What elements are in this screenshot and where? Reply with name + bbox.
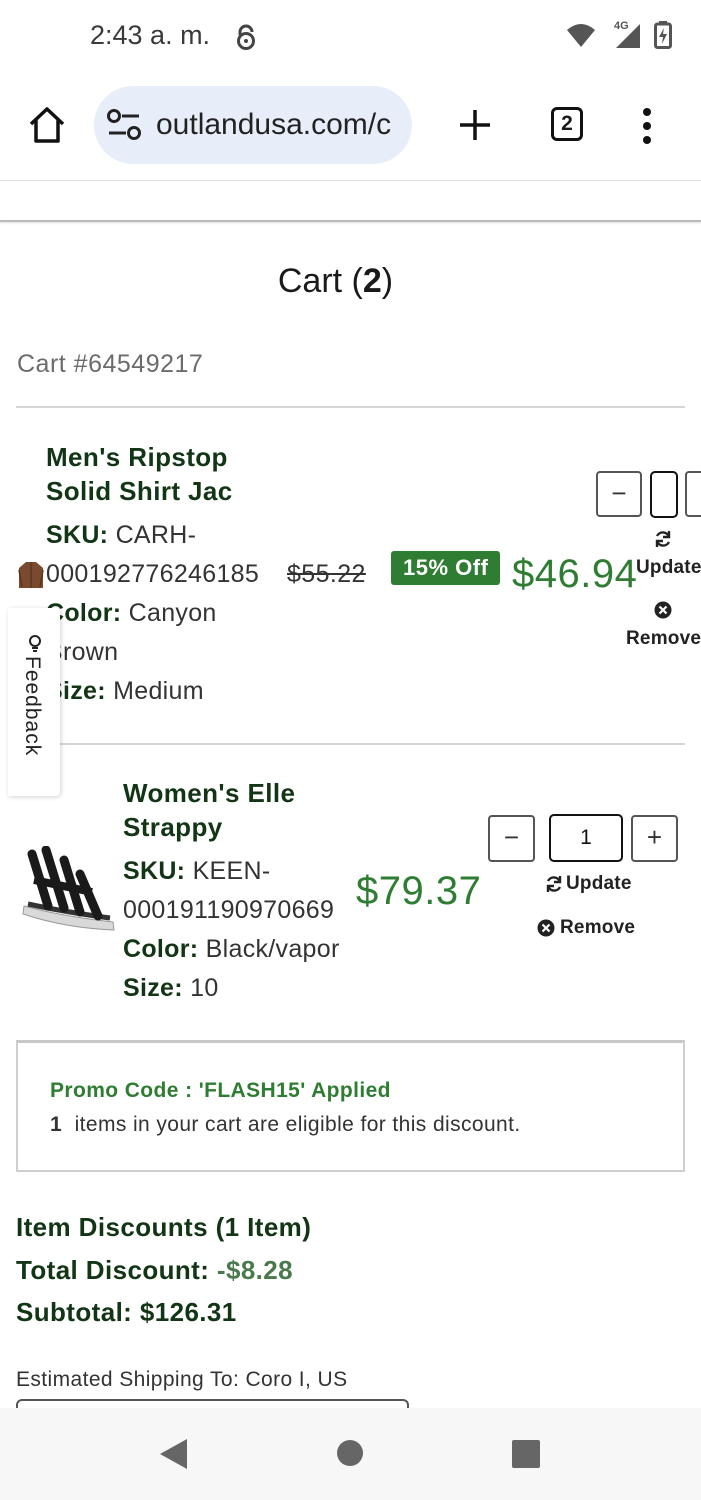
color-line: Color: Black/vapor — [123, 935, 340, 963]
feedback-tab[interactable]: Feedback — [8, 608, 60, 796]
product-name-link[interactable]: Women's Elle Strappy — [123, 776, 295, 844]
shipping-label: Estimated Shipping To: Coro I, US — [16, 1368, 348, 1391]
feedback-label: Feedback — [21, 656, 44, 757]
toolbar-divider — [0, 180, 701, 181]
remove-icon — [654, 601, 672, 619]
quantity-decrease-button[interactable]: − — [596, 471, 642, 517]
update-button[interactable]: Update — [566, 873, 632, 895]
system-nav-bar — [0, 1408, 701, 1500]
promo-eligibility: 1 items in your cart are eligible for th… — [50, 1113, 521, 1136]
home-icon[interactable] — [28, 106, 66, 144]
subtotal: Subtotal: $126.31 — [16, 1297, 237, 1327]
battery-icon — [654, 21, 672, 49]
quantity-decrease-button[interactable]: − — [488, 815, 535, 862]
product-thumbnail-jacket[interactable] — [18, 561, 44, 589]
remove-button[interactable]: Remove — [560, 917, 635, 939]
remove-button[interactable]: Remove — [626, 628, 701, 650]
sku-line: SKU: CARH- — [46, 521, 197, 549]
promo-box: Promo Code : 'FLASH15' Applied 1 items i… — [16, 1040, 685, 1172]
cart-number: Cart #64549217 — [17, 350, 204, 378]
item-price: $46.94 — [512, 552, 638, 596]
new-tab-icon[interactable] — [458, 108, 492, 142]
menu-icon[interactable] — [638, 106, 656, 146]
quantity-increase-button[interactable] — [685, 471, 701, 517]
url-text: outlandusa.com/c — [156, 108, 392, 141]
home-circle-icon[interactable] — [336, 1439, 364, 1467]
page-title: Cart (2) — [277, 262, 394, 300]
site-settings-icon[interactable] — [106, 108, 142, 142]
sku-line: SKU: KEEN- — [123, 857, 271, 885]
lock-icon — [237, 24, 255, 50]
size-line: Size: 10 — [123, 974, 219, 1002]
divider — [16, 406, 685, 408]
sku-number: 000191190970669 — [123, 896, 335, 924]
recents-icon[interactable] — [511, 1439, 541, 1469]
remove-icon — [537, 919, 555, 937]
sku-number: 000192776246185 — [46, 560, 260, 588]
signal-icon — [616, 24, 640, 48]
quantity-increase-button[interactable]: + — [631, 815, 678, 862]
color-line: Color: Canyon — [46, 599, 217, 627]
update-button[interactable]: Update — [636, 557, 701, 579]
total-discount: Total Discount: -$8.28 — [16, 1255, 294, 1285]
item-price: $79.37 — [356, 869, 482, 913]
original-price: $55.22 — [287, 560, 366, 588]
quantity-input[interactable] — [650, 471, 678, 518]
address-bar[interactable]: outlandusa.com/c — [94, 86, 412, 164]
refresh-icon — [546, 876, 562, 892]
promo-title: Promo Code : 'FLASH15' Applied — [50, 1079, 391, 1102]
page-header-shadow — [0, 220, 701, 222]
divider — [16, 743, 685, 745]
discount-badge: 15% Off — [391, 551, 501, 585]
lightbulb-icon — [29, 635, 41, 652]
size-line: Size: Medium — [46, 677, 204, 705]
product-name-link[interactable]: Men's Ripstop Solid Shirt Jac — [46, 440, 233, 508]
wifi-icon — [567, 24, 595, 47]
item-discounts: Item Discounts (1 Item) — [16, 1212, 312, 1242]
status-time: 2:43 a. m. — [90, 20, 211, 50]
refresh-icon — [655, 531, 671, 547]
quantity-input[interactable]: 1 — [549, 814, 623, 862]
product-thumbnail-sandal[interactable] — [20, 846, 117, 938]
tab-switcher-button[interactable]: 2 — [551, 107, 583, 141]
back-icon[interactable] — [158, 1438, 188, 1470]
